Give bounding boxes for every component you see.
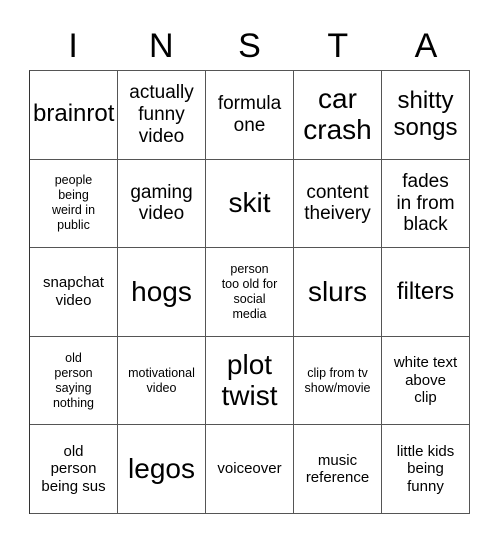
bingo-cell-label: car crash [303,83,372,145]
bingo-cell-label: plot twist [221,348,278,411]
bingo-cell[interactable]: gaming video [118,159,206,249]
bingo-cell[interactable]: car crash [294,71,382,160]
bingo-cell[interactable]: people being weird in public [30,159,118,249]
bingo-cell-label: shitty songs [393,86,458,141]
bingo-cell[interactable]: snapchat video [30,248,118,337]
bingo-cell[interactable]: formula one [206,71,294,160]
header-letter-4: A [414,27,438,65]
bingo-cell[interactable]: hogs [118,248,206,337]
bingo-cell-label: hogs [131,275,192,307]
bingo-cell[interactable]: old person being sus [30,425,118,514]
bingo-cell-label: slurs [307,275,368,307]
bingo-cell-label: snapchat video [43,274,104,309]
bingo-cell-label: actually funny video [129,82,194,147]
bingo-cell[interactable]: little kids being funny [382,425,470,514]
bingo-cell-label: fades in from black [396,170,455,236]
bingo-cell-label: people being weird in public [51,173,96,233]
bingo-cell[interactable]: motivational video [118,336,206,426]
bingo-cell-label: legos [128,452,195,484]
bingo-cell-label: content theivery [304,181,371,225]
bingo-cell[interactable]: plot twist [206,336,294,426]
bingo-cell-label: music reference [305,451,370,487]
bingo-cell[interactable]: brainrot [30,71,118,160]
bingo-cell[interactable]: content theivery [294,159,382,249]
bingo-cell-label: white text above clip [393,354,458,407]
bingo-cell-label: person too old for social media [221,261,278,321]
header-letter-0: I [68,27,78,65]
bingo-cell-label: old person saying nothing [52,350,94,410]
bingo-cell-label: old person being sus [41,442,106,496]
bingo-cell[interactable]: skit [206,159,294,249]
bingo-cell[interactable]: old person saying nothing [30,336,118,426]
bingo-card: I N S T A brainrot actually funny video … [0,0,500,544]
bingo-cell[interactable]: person too old for social media [206,248,294,337]
bingo-cell-label: formula one [217,93,282,136]
bingo-cell[interactable]: clip from tv show/movie [294,336,382,426]
bingo-cell-label: gaming video [130,181,193,225]
bingo-cell-label: skit [228,186,271,218]
bingo-cell-label: motivational video [128,365,195,395]
bingo-cell-label: little kids being funny [396,442,455,496]
bingo-cell[interactable]: music reference [294,425,382,514]
bingo-cell[interactable]: legos [118,425,206,514]
bingo-cell[interactable]: voiceover [206,425,294,514]
header-letter-2: S [238,27,261,65]
bingo-header: I N S T A [29,22,470,70]
bingo-cell[interactable]: fades in from black [382,159,470,249]
bingo-cell[interactable]: white text above clip [382,336,470,426]
bingo-cell-label: clip from tv show/movie [304,365,371,395]
bingo-cell-label: filters [396,277,455,305]
bingo-cell[interactable]: slurs [294,248,382,337]
header-letter-3: T [327,27,349,65]
bingo-cell[interactable]: filters [382,248,470,337]
bingo-cell-label: voiceover [217,460,282,478]
bingo-grid: brainrot actually funny video formula on… [29,70,470,514]
bingo-cell[interactable]: actually funny video [118,71,206,160]
header-letter-1: N [149,27,174,65]
bingo-cell-label: brainrot [33,100,115,128]
bingo-cell[interactable]: shitty songs [382,71,470,160]
